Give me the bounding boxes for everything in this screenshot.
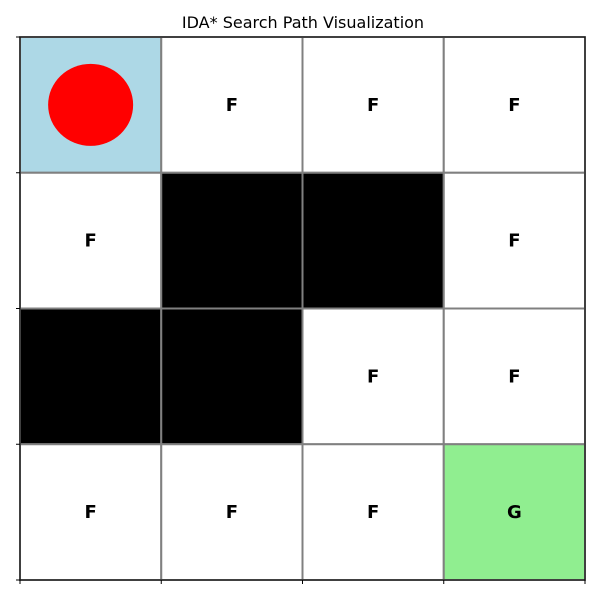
cell-label-1-0: F bbox=[84, 231, 96, 252]
cell-label-3-2: F bbox=[367, 502, 379, 523]
cell-label-0-3: F bbox=[508, 95, 520, 116]
grid-cell-2-1 bbox=[160, 307, 304, 446]
cell-label-3-0: F bbox=[84, 502, 96, 523]
cell-label-0-2: F bbox=[367, 95, 379, 116]
grid-cell-1-1 bbox=[160, 171, 304, 310]
grid-cell-2-0 bbox=[19, 307, 163, 446]
cell-label-3-3: G bbox=[507, 502, 522, 523]
cell-label-1-3: F bbox=[508, 231, 520, 252]
cell-label-2-3: F bbox=[508, 366, 520, 387]
cell-label-0-1: F bbox=[226, 95, 238, 116]
cell-label-2-2: F bbox=[367, 366, 379, 387]
agent-marker bbox=[48, 63, 134, 146]
grid-chart: F F F F F F F F F F G bbox=[16, 36, 586, 584]
grid-cell-1-2 bbox=[301, 171, 445, 310]
chart-figure: IDA* Search Path Visualization FFFFFFFFF… bbox=[0, 0, 600, 600]
cell-label-3-1: F bbox=[226, 502, 238, 523]
